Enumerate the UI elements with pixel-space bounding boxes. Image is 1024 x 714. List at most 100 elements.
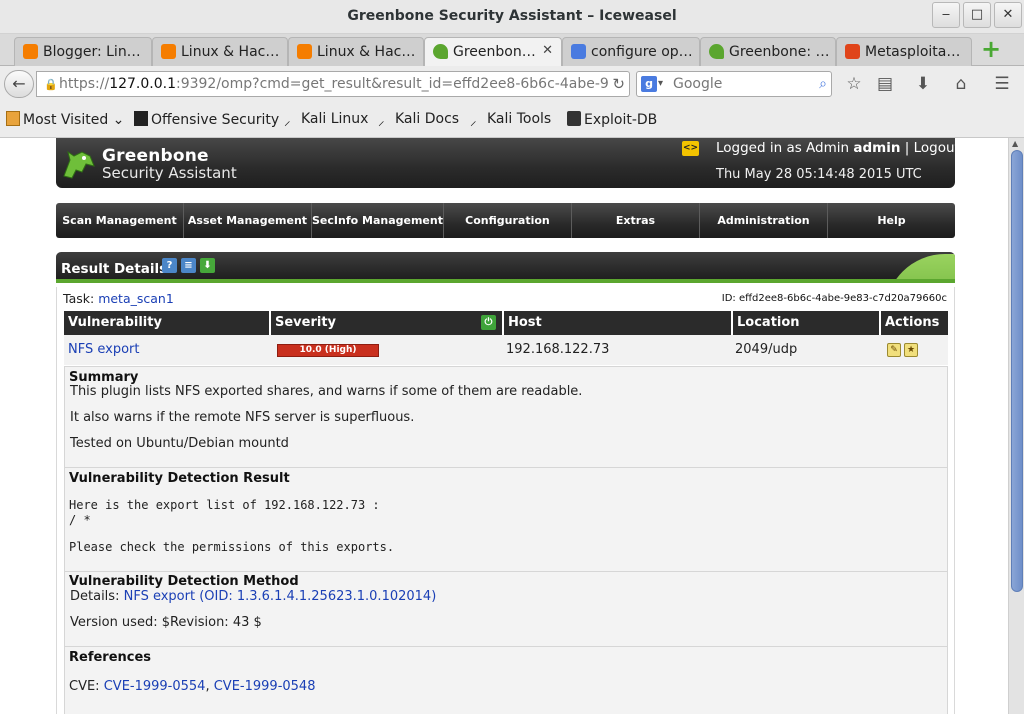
- help-icon[interactable]: ?: [162, 258, 177, 273]
- menu-help[interactable]: Help: [828, 203, 955, 238]
- tab-label: Linux & Hac…: [181, 44, 280, 60]
- cve-link[interactable]: CVE-1999-0548: [214, 679, 316, 694]
- page-scrollbar[interactable]: ▲: [1008, 138, 1024, 714]
- google-search-engine-icon[interactable]: g: [641, 76, 657, 92]
- language-icon[interactable]: <>: [682, 141, 699, 156]
- close-window-button[interactable]: ✕: [994, 2, 1022, 28]
- detection-method-details: Details: NFS export (OID: 1.3.6.1.4.1.25…: [70, 589, 436, 604]
- brand-name: Greenbone: [102, 146, 209, 166]
- col-severity-label: Severity: [275, 315, 337, 330]
- add-override-icon[interactable]: ✎: [887, 343, 901, 357]
- location-cell: 2049/udp: [735, 342, 798, 357]
- host-cell: 192.168.122.73: [506, 342, 610, 357]
- bookmark-kali-docs[interactable]: ⸝ Kali Docs: [378, 111, 460, 129]
- scroll-up-icon[interactable]: ▲: [1012, 139, 1018, 148]
- menu-extras[interactable]: Extras: [572, 203, 700, 238]
- reload-icon[interactable]: ↻: [612, 72, 625, 96]
- close-tab-icon[interactable]: ✕: [542, 43, 553, 58]
- menu-configuration[interactable]: Configuration: [444, 203, 572, 238]
- new-tab-button[interactable]: +: [980, 37, 1002, 61]
- severity-bar: 10.0 (High): [277, 344, 379, 357]
- downloads-icon[interactable]: ⬇: [911, 72, 935, 96]
- bookmark-offensive-security[interactable]: Offensive Security: [134, 111, 279, 128]
- detection-method-title: Vulnerability Detection Method: [69, 574, 299, 589]
- minimize-button[interactable]: ‒: [932, 2, 960, 28]
- summary-line-2: It also warns if the remote NFS server i…: [70, 410, 415, 425]
- bookmark-label: Offensive Security: [151, 112, 280, 128]
- logout-link[interactable]: Logout: [914, 140, 960, 156]
- menu-scan-management[interactable]: Scan Management: [56, 203, 184, 238]
- username[interactable]: admin: [853, 140, 900, 156]
- back-button[interactable]: ←: [4, 70, 34, 98]
- blogger-icon: [23, 44, 38, 59]
- url-path: :9392/omp?cmd=get_result&result_id=effd2…: [175, 76, 609, 92]
- detection-result-title: Vulnerability Detection Result: [69, 471, 290, 486]
- menu-administration[interactable]: Administration: [700, 203, 828, 238]
- result-details-header: Result Details ? ≡ ⬇: [56, 252, 955, 283]
- nvt-details-link[interactable]: NFS export (OID: 1.3.6.1.4.1.25623.1.0.1…: [124, 589, 437, 604]
- cve-link[interactable]: CVE-1999-0554: [104, 679, 206, 694]
- bookmark-star-icon[interactable]: ☆: [842, 72, 866, 96]
- separator: |: [904, 140, 910, 156]
- window-title: Greenbone Security Assistant – Iceweasel: [347, 8, 677, 24]
- url-bar[interactable]: 🔒 https://127.0.0.1:9392/omp?cmd=get_res…: [36, 71, 630, 97]
- download-icon[interactable]: ⬇: [200, 258, 215, 273]
- panel-title: Result Details: [61, 261, 168, 277]
- lock-icon: 🔒: [44, 78, 58, 91]
- detection-result-line-2: / *: [69, 513, 91, 527]
- cve-references: CVE: CVE-1999-0554, CVE-1999-0548: [69, 679, 315, 694]
- col-host[interactable]: Host: [502, 311, 731, 335]
- add-note-icon[interactable]: ★: [904, 343, 918, 357]
- bookmark-kali-linux[interactable]: ⸝ Kali Linux: [284, 111, 369, 129]
- bookmark-kali-tools[interactable]: ⸝ Kali Tools: [470, 111, 552, 129]
- url-prefix: https://: [59, 76, 110, 92]
- bookmark-exploit-db[interactable]: Exploit-DB: [567, 111, 657, 128]
- list-icon[interactable]: ≡: [181, 258, 196, 273]
- detection-result-section: Vulnerability Detection Result Here is t…: [65, 467, 947, 571]
- chevron-down-icon[interactable]: ▾: [658, 72, 663, 96]
- tab-blogger[interactable]: Blogger: Lin…: [14, 37, 152, 66]
- bookmark-label: Kali Docs: [395, 111, 460, 127]
- task-link[interactable]: meta_scan1: [98, 291, 174, 306]
- maximize-button[interactable]: □: [963, 2, 991, 28]
- bookmark-label: Kali Tools: [487, 111, 552, 127]
- scrollbar-thumb[interactable]: [1011, 150, 1023, 592]
- tab-linux-hacking-2[interactable]: Linux & Hac…: [288, 37, 424, 66]
- summary-line-1: This plugin lists NFS exported shares, a…: [70, 384, 583, 399]
- tab-greenbone-2[interactable]: Greenbone: …: [700, 37, 836, 66]
- search-bar[interactable]: g ▾ Google ⌕: [636, 71, 832, 97]
- home-icon[interactable]: ⌂: [949, 72, 973, 96]
- result-detail-box: Summary This plugin lists NFS exported s…: [64, 366, 948, 714]
- tab-label: configure op…: [591, 44, 693, 60]
- search-icon[interactable]: ⌕: [819, 72, 827, 96]
- reading-list-icon[interactable]: ▤: [873, 72, 897, 96]
- blogger-icon: [297, 44, 312, 59]
- greenbone-icon: [709, 44, 724, 59]
- details-label: Details:: [70, 589, 120, 604]
- bookmark-label: Most Visited: [23, 112, 109, 128]
- tab-metasploit[interactable]: Metasploita…: [836, 37, 972, 66]
- col-severity[interactable]: Severity ⏻: [269, 311, 502, 335]
- tab-configure-options[interactable]: configure op…: [562, 37, 700, 66]
- tab-greenbone-active[interactable]: Greenbon… ✕: [424, 37, 562, 67]
- kali-dragon-icon: ⸝: [284, 114, 291, 129]
- vulnerability-link[interactable]: NFS export: [68, 342, 139, 357]
- greenbone-logo-icon: [63, 150, 95, 179]
- tab-linux-hacking-1[interactable]: Linux & Hac…: [152, 37, 288, 66]
- vulnerability-cell: NFS export: [64, 335, 269, 365]
- col-location[interactable]: Location: [731, 311, 879, 335]
- panel-actions: ? ≡ ⬇: [162, 257, 219, 273]
- bookmark-label: Kali Linux: [301, 111, 369, 127]
- tab-label: Linux & Hac…: [317, 44, 416, 60]
- power-toggle-icon[interactable]: ⏻: [481, 315, 496, 330]
- severity-cell: 10.0 (High): [269, 335, 502, 365]
- hamburger-menu-icon[interactable]: ☰: [990, 72, 1014, 96]
- offsec-icon: [134, 111, 148, 126]
- tab-label: Greenbon…: [453, 44, 536, 60]
- tab-bar: Blogger: Lin… Linux & Hac… Linux & Hac… …: [0, 34, 1024, 67]
- bookmark-most-visited[interactable]: Most Visited ⌄: [6, 111, 124, 128]
- table-row: NFS export 10.0 (High) 192.168.122.73 20…: [64, 335, 948, 365]
- menu-asset-management[interactable]: Asset Management: [184, 203, 312, 238]
- col-vulnerability[interactable]: Vulnerability: [64, 311, 269, 335]
- menu-secinfo-management[interactable]: SecInfo Management: [312, 203, 444, 238]
